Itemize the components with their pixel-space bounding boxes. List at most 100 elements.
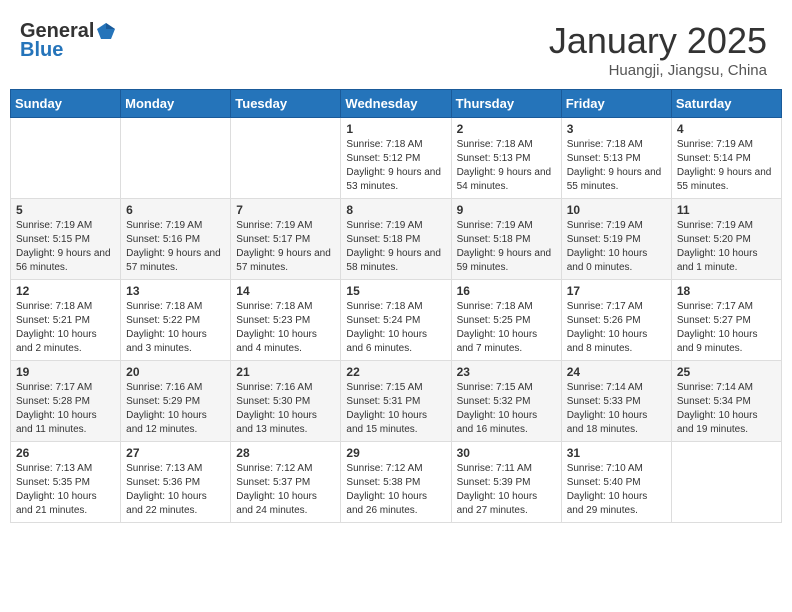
calendar-cell: 2 Sunrise: 7:18 AM Sunset: 5:13 PM Dayli… (451, 118, 561, 199)
day-info: Sunrise: 7:19 AM Sunset: 5:14 PM Dayligh… (677, 138, 776, 194)
day-number: 16 (457, 284, 556, 298)
day-number: 11 (677, 203, 776, 217)
day-number: 10 (567, 203, 666, 217)
day-number: 4 (677, 122, 776, 136)
day-info: Sunrise: 7:18 AM Sunset: 5:25 PM Dayligh… (457, 300, 556, 356)
calendar-week-row: 19 Sunrise: 7:17 AM Sunset: 5:28 PM Dayl… (11, 361, 782, 442)
day-number: 30 (457, 446, 556, 460)
calendar-cell: 20 Sunrise: 7:16 AM Sunset: 5:29 PM Dayl… (121, 361, 231, 442)
calendar-cell (671, 442, 781, 523)
calendar-cell (11, 118, 121, 199)
day-number: 13 (126, 284, 225, 298)
day-number: 9 (457, 203, 556, 217)
day-info: Sunrise: 7:18 AM Sunset: 5:12 PM Dayligh… (346, 138, 445, 194)
weekday-header-sunday: Sunday (11, 90, 121, 118)
day-number: 28 (236, 446, 335, 460)
day-number: 27 (126, 446, 225, 460)
day-number: 14 (236, 284, 335, 298)
day-info: Sunrise: 7:18 AM Sunset: 5:23 PM Dayligh… (236, 300, 335, 356)
calendar-cell: 30 Sunrise: 7:11 AM Sunset: 5:39 PM Dayl… (451, 442, 561, 523)
day-number: 3 (567, 122, 666, 136)
day-number: 20 (126, 365, 225, 379)
calendar-cell: 8 Sunrise: 7:19 AM Sunset: 5:18 PM Dayli… (341, 199, 451, 280)
calendar-cell: 16 Sunrise: 7:18 AM Sunset: 5:25 PM Dayl… (451, 280, 561, 361)
calendar-cell: 19 Sunrise: 7:17 AM Sunset: 5:28 PM Dayl… (11, 361, 121, 442)
day-info: Sunrise: 7:18 AM Sunset: 5:24 PM Dayligh… (346, 300, 445, 356)
calendar-cell: 11 Sunrise: 7:19 AM Sunset: 5:20 PM Dayl… (671, 199, 781, 280)
location-subtitle: Huangji, Jiangsu, China (549, 62, 767, 79)
day-info: Sunrise: 7:18 AM Sunset: 5:21 PM Dayligh… (16, 300, 115, 356)
calendar-cell: 13 Sunrise: 7:18 AM Sunset: 5:22 PM Dayl… (121, 280, 231, 361)
day-info: Sunrise: 7:19 AM Sunset: 5:18 PM Dayligh… (457, 219, 556, 275)
day-number: 5 (16, 203, 115, 217)
calendar-table: SundayMondayTuesdayWednesdayThursdayFrid… (10, 89, 782, 523)
day-info: Sunrise: 7:12 AM Sunset: 5:37 PM Dayligh… (236, 462, 335, 518)
day-info: Sunrise: 7:14 AM Sunset: 5:33 PM Dayligh… (567, 381, 666, 437)
day-info: Sunrise: 7:17 AM Sunset: 5:26 PM Dayligh… (567, 300, 666, 356)
calendar-cell (231, 118, 341, 199)
calendar-cell: 10 Sunrise: 7:19 AM Sunset: 5:19 PM Dayl… (561, 199, 671, 280)
day-number: 24 (567, 365, 666, 379)
day-info: Sunrise: 7:11 AM Sunset: 5:39 PM Dayligh… (457, 462, 556, 518)
day-info: Sunrise: 7:17 AM Sunset: 5:27 PM Dayligh… (677, 300, 776, 356)
logo-flag-icon (95, 21, 117, 43)
calendar-cell (121, 118, 231, 199)
day-info: Sunrise: 7:18 AM Sunset: 5:13 PM Dayligh… (567, 138, 666, 194)
logo-blue-text: Blue (20, 39, 63, 62)
weekday-header-friday: Friday (561, 90, 671, 118)
calendar-cell: 23 Sunrise: 7:15 AM Sunset: 5:32 PM Dayl… (451, 361, 561, 442)
calendar-cell: 27 Sunrise: 7:13 AM Sunset: 5:36 PM Dayl… (121, 442, 231, 523)
calendar-cell: 24 Sunrise: 7:14 AM Sunset: 5:33 PM Dayl… (561, 361, 671, 442)
day-info: Sunrise: 7:19 AM Sunset: 5:15 PM Dayligh… (16, 219, 115, 275)
day-number: 21 (236, 365, 335, 379)
page-header: General Blue January 2025 Huangji, Jiang… (10, 10, 782, 89)
calendar-cell: 25 Sunrise: 7:14 AM Sunset: 5:34 PM Dayl… (671, 361, 781, 442)
calendar-week-row: 1 Sunrise: 7:18 AM Sunset: 5:12 PM Dayli… (11, 118, 782, 199)
weekday-header-wednesday: Wednesday (341, 90, 451, 118)
calendar-week-row: 5 Sunrise: 7:19 AM Sunset: 5:15 PM Dayli… (11, 199, 782, 280)
day-number: 26 (16, 446, 115, 460)
day-number: 25 (677, 365, 776, 379)
day-info: Sunrise: 7:18 AM Sunset: 5:22 PM Dayligh… (126, 300, 225, 356)
day-info: Sunrise: 7:13 AM Sunset: 5:36 PM Dayligh… (126, 462, 225, 518)
calendar-week-row: 26 Sunrise: 7:13 AM Sunset: 5:35 PM Dayl… (11, 442, 782, 523)
day-number: 29 (346, 446, 445, 460)
day-info: Sunrise: 7:19 AM Sunset: 5:18 PM Dayligh… (346, 219, 445, 275)
weekday-header-row: SundayMondayTuesdayWednesdayThursdayFrid… (11, 90, 782, 118)
day-number: 18 (677, 284, 776, 298)
calendar-cell: 12 Sunrise: 7:18 AM Sunset: 5:21 PM Dayl… (11, 280, 121, 361)
calendar-body: 1 Sunrise: 7:18 AM Sunset: 5:12 PM Dayli… (11, 118, 782, 523)
day-info: Sunrise: 7:10 AM Sunset: 5:40 PM Dayligh… (567, 462, 666, 518)
day-info: Sunrise: 7:12 AM Sunset: 5:38 PM Dayligh… (346, 462, 445, 518)
day-number: 17 (567, 284, 666, 298)
day-number: 31 (567, 446, 666, 460)
day-number: 22 (346, 365, 445, 379)
day-number: 6 (126, 203, 225, 217)
weekday-header-thursday: Thursday (451, 90, 561, 118)
calendar-cell: 26 Sunrise: 7:13 AM Sunset: 5:35 PM Dayl… (11, 442, 121, 523)
day-number: 1 (346, 122, 445, 136)
logo: General Blue (20, 20, 117, 62)
calendar-cell: 18 Sunrise: 7:17 AM Sunset: 5:27 PM Dayl… (671, 280, 781, 361)
day-number: 12 (16, 284, 115, 298)
calendar-cell: 29 Sunrise: 7:12 AM Sunset: 5:38 PM Dayl… (341, 442, 451, 523)
day-number: 15 (346, 284, 445, 298)
month-year-title: January 2025 (549, 20, 767, 62)
calendar-cell: 5 Sunrise: 7:19 AM Sunset: 5:15 PM Dayli… (11, 199, 121, 280)
day-number: 23 (457, 365, 556, 379)
calendar-cell: 17 Sunrise: 7:17 AM Sunset: 5:26 PM Dayl… (561, 280, 671, 361)
calendar-cell: 6 Sunrise: 7:19 AM Sunset: 5:16 PM Dayli… (121, 199, 231, 280)
calendar-cell: 14 Sunrise: 7:18 AM Sunset: 5:23 PM Dayl… (231, 280, 341, 361)
day-info: Sunrise: 7:19 AM Sunset: 5:20 PM Dayligh… (677, 219, 776, 275)
calendar-cell: 15 Sunrise: 7:18 AM Sunset: 5:24 PM Dayl… (341, 280, 451, 361)
title-area: January 2025 Huangji, Jiangsu, China (549, 20, 767, 79)
calendar-cell: 28 Sunrise: 7:12 AM Sunset: 5:37 PM Dayl… (231, 442, 341, 523)
day-info: Sunrise: 7:16 AM Sunset: 5:29 PM Dayligh… (126, 381, 225, 437)
day-info: Sunrise: 7:19 AM Sunset: 5:16 PM Dayligh… (126, 219, 225, 275)
day-info: Sunrise: 7:15 AM Sunset: 5:32 PM Dayligh… (457, 381, 556, 437)
day-info: Sunrise: 7:17 AM Sunset: 5:28 PM Dayligh… (16, 381, 115, 437)
weekday-header-tuesday: Tuesday (231, 90, 341, 118)
day-number: 19 (16, 365, 115, 379)
calendar-cell: 21 Sunrise: 7:16 AM Sunset: 5:30 PM Dayl… (231, 361, 341, 442)
weekday-header-monday: Monday (121, 90, 231, 118)
